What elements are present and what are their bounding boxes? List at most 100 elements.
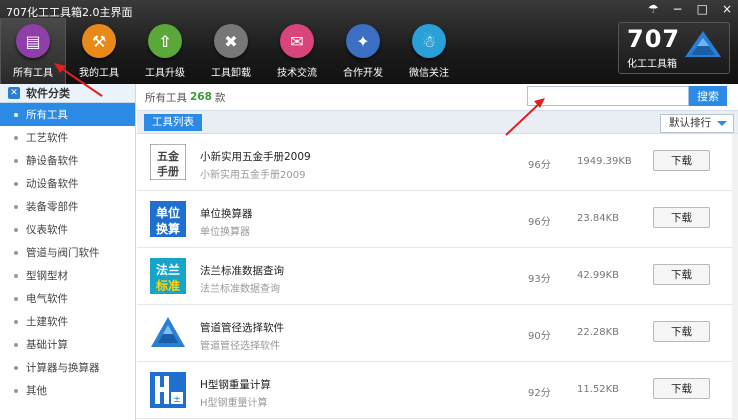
sidebar-item-label: 仪表软件 bbox=[26, 224, 68, 236]
tool-row[interactable]: 单位 换算 单位换算器 单位换算器 96分 23.84KB 下载 bbox=[137, 191, 738, 248]
svg-text:手册: 手册 bbox=[157, 164, 179, 178]
tool-name: 小新实用五金手册2009 bbox=[200, 151, 311, 163]
bullet-icon bbox=[14, 273, 18, 278]
main-panel: 所有工具 268 款 搜索 工具列表 默认排行 五金 手册 小新实用五金手册2009… bbox=[137, 84, 738, 420]
sidebar-item-label: 基础计算 bbox=[26, 339, 68, 351]
sidebar-item-label: 计算器与换算器 bbox=[26, 362, 100, 374]
bullet-icon bbox=[14, 227, 18, 232]
brand-text: 化工工具箱 bbox=[627, 59, 677, 70]
sidebar-item-label: 土建软件 bbox=[26, 316, 68, 328]
sidebar-item[interactable]: 仪表软件 bbox=[0, 218, 135, 241]
sidebar-item[interactable]: 基础计算 bbox=[0, 333, 135, 356]
handshake-icon: ✦ bbox=[346, 24, 380, 58]
wechat-icon: ☃ bbox=[412, 24, 446, 58]
sidebar-item-label: 管道与阀门软件 bbox=[26, 247, 100, 259]
sort-dropdown[interactable]: 默认排行 bbox=[660, 114, 734, 133]
download-button[interactable]: 下载 bbox=[653, 264, 710, 285]
sidebar-item[interactable]: 装备零部件 bbox=[0, 195, 135, 218]
tool-size: 23.84KB bbox=[577, 213, 620, 224]
toolbar-item-label: 合作开发 bbox=[343, 68, 383, 79]
toolbar-item-label: 工具卸载 bbox=[211, 68, 251, 79]
close-icon[interactable]: × bbox=[722, 2, 732, 16]
category-sidebar: ✕ 软件分类 所有工具工艺软件静设备软件 动设备软件 装备零部件仪表软件管道与阀门软… bbox=[0, 84, 136, 420]
download-button[interactable]: 下载 bbox=[653, 321, 710, 342]
toolbar-item-6[interactable]: ☃ 微信关注 bbox=[396, 18, 462, 84]
tool-name: H型钢重量计算 bbox=[200, 379, 271, 391]
sidebar-item[interactable]: 电气软件 bbox=[0, 287, 135, 310]
tool-row[interactable]: 管道管径选择软件 管道管径选择软件 90分 22.28KB 下载 bbox=[137, 305, 738, 362]
tool-name: 单位换算器 bbox=[200, 208, 253, 220]
bullet-icon bbox=[14, 112, 18, 117]
sort-label: 默认排行 bbox=[669, 117, 711, 129]
count-prefix: 所有工具 bbox=[145, 91, 187, 104]
sidebar-item[interactable]: 型钢型材 bbox=[0, 264, 135, 287]
toolbar-item-4[interactable]: ✉ 技术交流 bbox=[264, 18, 330, 84]
sidebar-item-label: 所有工具 bbox=[26, 109, 68, 121]
search-input[interactable] bbox=[527, 86, 689, 106]
tool-size: 1949.39KB bbox=[577, 156, 632, 167]
bullet-icon bbox=[14, 388, 18, 393]
tool-size: 42.99KB bbox=[577, 270, 620, 281]
sidebar-title: 软件分类 bbox=[26, 87, 70, 100]
toolbar-item-2[interactable]: ⇧ 工具升级 bbox=[132, 18, 198, 84]
brand-triangle-icon bbox=[685, 31, 721, 57]
sidebar-item[interactable]: 其他 bbox=[0, 379, 135, 402]
tool-row[interactable]: 法兰 标准 法兰标准数据查询 法兰标准数据查询 93分 42.99KB 下载 bbox=[137, 248, 738, 305]
sidebar-item[interactable]: 所有工具 bbox=[0, 103, 135, 126]
tool-row[interactable]: 五金 手册 小新实用五金手册2009 小新实用五金手册2009 96分 1949.39KB… bbox=[137, 134, 738, 191]
tool-row[interactable]: ± H型钢重量计算 H型钢重量计算 92分 11.52KB 下载 bbox=[137, 362, 738, 419]
tool-description: H型钢重量计算 bbox=[200, 398, 268, 409]
upload-icon: ⇧ bbox=[148, 24, 182, 58]
count-suffix: 款 bbox=[214, 91, 226, 104]
skin-icon[interactable]: ☂ bbox=[648, 2, 659, 16]
svg-text:±: ± bbox=[173, 395, 181, 405]
tab-tool-list[interactable]: 工具列表 bbox=[144, 114, 202, 131]
flange-standard-icon: 法兰标准 bbox=[150, 258, 186, 294]
bullet-icon bbox=[14, 296, 18, 301]
svg-text:法兰: 法兰 bbox=[156, 262, 180, 277]
toolbar-item-label: 技术交流 bbox=[277, 68, 317, 79]
count-value: 268 bbox=[190, 91, 212, 103]
tool-description: 小新实用五金手册2009 bbox=[200, 170, 306, 181]
tool-description: 法兰标准数据查询 bbox=[200, 284, 280, 295]
toolbar-item-0[interactable]: ▤ 所有工具 bbox=[0, 18, 66, 84]
tool-size: 11.52KB bbox=[577, 384, 620, 395]
toolbar-item-3[interactable]: ✖ 工具卸载 bbox=[198, 18, 264, 84]
download-button[interactable]: 下载 bbox=[653, 378, 710, 399]
sidebar-item-label: 其他 bbox=[26, 385, 47, 397]
toolbar-item-5[interactable]: ✦ 合作开发 bbox=[330, 18, 396, 84]
sidebar-list: 所有工具工艺软件静设备软件 动设备软件 装备零部件仪表软件管道与阀门软件型钢型材 电气… bbox=[0, 103, 135, 402]
sidebar-item-label: 工艺软件 bbox=[26, 132, 68, 144]
download-button[interactable]: 下载 bbox=[653, 150, 710, 171]
sidebar-item[interactable]: 工艺软件 bbox=[0, 126, 135, 149]
pipe-diameter-icon bbox=[151, 317, 185, 347]
category-icon: ✕ bbox=[8, 87, 20, 99]
trash-icon: ✖ bbox=[214, 24, 248, 58]
svg-text:标准: 标准 bbox=[155, 278, 180, 293]
tool-description: 单位换算器 bbox=[200, 227, 250, 238]
bullet-icon bbox=[14, 158, 18, 163]
bullet-icon bbox=[14, 319, 18, 324]
svg-text:换算: 换算 bbox=[156, 221, 180, 236]
sidebar-item[interactable]: 土建软件 bbox=[0, 310, 135, 333]
scrollbar[interactable] bbox=[732, 134, 738, 420]
sidebar-item[interactable]: 计算器与换算器 bbox=[0, 356, 135, 379]
list-header-bar: 工具列表 默认排行 bbox=[137, 110, 738, 134]
maximize-icon[interactable]: □ bbox=[697, 2, 708, 16]
sidebar-item[interactable]: 静设备软件 bbox=[0, 149, 135, 172]
tool-score: 92分 bbox=[528, 388, 551, 399]
search-button[interactable]: 搜索 bbox=[689, 86, 727, 106]
folder-icon: ✉ bbox=[280, 24, 314, 58]
toolbar-item-label: 所有工具 bbox=[13, 68, 53, 79]
sidebar-item[interactable]: 管道与阀门软件 bbox=[0, 241, 135, 264]
bullet-icon bbox=[14, 204, 18, 209]
download-button[interactable]: 下载 bbox=[653, 207, 710, 228]
minimize-icon[interactable]: − bbox=[673, 2, 683, 16]
top-bar: 707化工工具箱2.0主界面 ☂ − □ × ▤ 所有工具 ⚒ 我的工具 ⇧ 工具升级 ✖ 工… bbox=[0, 0, 738, 84]
bullet-icon bbox=[14, 250, 18, 255]
sidebar-item[interactable]: 动设备软件 bbox=[0, 172, 135, 195]
tool-size: 22.28KB bbox=[577, 327, 620, 338]
toolbar-item-1[interactable]: ⚒ 我的工具 bbox=[66, 18, 132, 84]
toolbar-item-label: 微信关注 bbox=[409, 68, 449, 79]
tool-score: 96分 bbox=[528, 160, 551, 171]
